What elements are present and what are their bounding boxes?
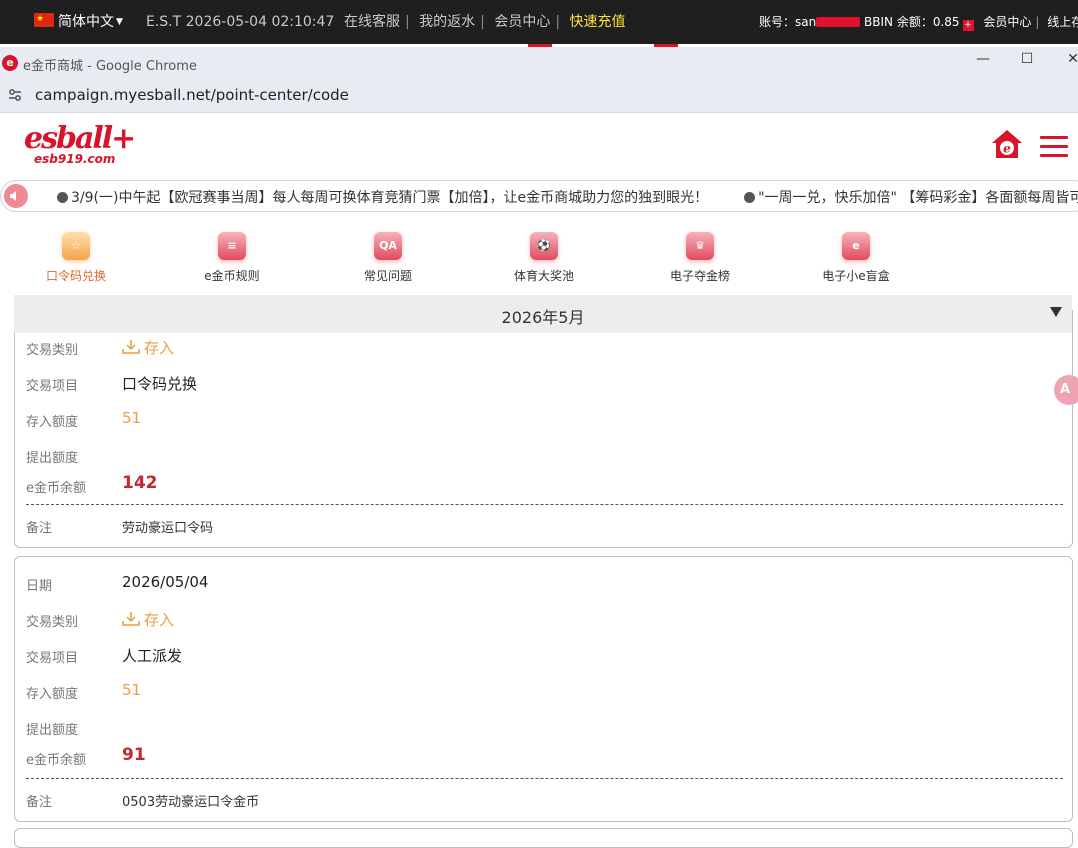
divider: [26, 504, 1063, 505]
field-item: 交易项目 口令码兑换: [26, 375, 198, 394]
esball-favicon-icon: e: [2, 55, 18, 71]
link-quick-recharge[interactable]: 快速充值: [570, 14, 626, 30]
qa-bubble-icon: QA: [374, 232, 402, 260]
clipboard-icon: ≡: [218, 232, 246, 260]
category-nav: ☆ 口令码兑换 ≡ e金币规则 QA 常见问题 ⚽ 体育大奖池 ♛ 电子夺金榜 …: [0, 228, 1078, 288]
masked-username: [816, 17, 861, 27]
link-my-rebate[interactable]: 我的返水: [419, 14, 475, 30]
download-icon: [122, 340, 140, 354]
transaction-record: [14, 828, 1073, 848]
ticket-icon: ☆: [62, 232, 90, 260]
nav-label: 体育大奖池: [513, 269, 574, 283]
soccer-ball-icon: ⚽: [530, 232, 558, 260]
month-selector[interactable]: 2026年5月: [14, 295, 1072, 333]
url-text[interactable]: campaign.myesball.net/point-center/code: [35, 86, 349, 104]
window-title: e金币商城 - Google Chrome: [23, 59, 197, 74]
podium-icon: ♛: [686, 232, 714, 260]
transaction-record: 日期 2026/05/04 交易类别 存入 交易项目 人工派发 存入额度 51 …: [14, 556, 1073, 822]
link-member-center[interactable]: 会员中心: [494, 14, 550, 30]
close-button[interactable]: ✕: [1063, 51, 1078, 67]
nav-label: 电子小e盲盒: [822, 269, 890, 283]
nav-slot-leaderboard[interactable]: ♛ 电子夺金榜: [640, 228, 760, 288]
esball-logo[interactable]: esball+ esb919.com: [24, 122, 136, 168]
field-withdraw: 提出额度: [26, 451, 79, 466]
nav-faq[interactable]: QA 常见问题: [328, 228, 448, 288]
top-links: 在线客服 | 我的返水 | 会员中心 | 快速充值: [344, 14, 626, 30]
announcement-item[interactable]: "一周一兑，快乐加倍" 【筹码彩金】各面额每周皆可兑: [758, 190, 1078, 206]
field-deposit: 存入额度 51: [26, 409, 142, 430]
field-type: 交易类别 存入: [26, 339, 175, 358]
nav-mystery-box[interactable]: e 电子小e盲盒: [796, 228, 916, 288]
china-flag-icon: ★: [34, 13, 54, 27]
transaction-record: 交易类别 存入 交易项目 口令码兑换 存入额度 51 提出额度 e金币余额 14…: [14, 310, 1073, 548]
est-clock: E.S.T 2026-05-04 02:10:47: [146, 14, 335, 30]
caret-down-icon: ▼: [116, 17, 123, 27]
announcement-item[interactable]: 3/9(一)中午起【欧冠赛事当周】每人每周可换体育竞猜门票【加倍】，让e金币商城…: [71, 190, 708, 206]
field-type: 交易类别 存入: [26, 611, 175, 630]
maximize-button[interactable]: ☐: [1017, 51, 1037, 67]
translate-float-button[interactable]: A: [1054, 375, 1078, 405]
download-icon: [122, 612, 140, 626]
announcement-marquee: 3/9(一)中午起【欧冠赛事当周】每人每周可换体育竞猜门票【加倍】，让e金币商城…: [0, 180, 1078, 212]
divider: [26, 778, 1063, 779]
hamburger-menu-icon[interactable]: [1040, 136, 1068, 158]
nav-label: 口令码兑换: [45, 269, 106, 283]
mystery-box-icon: e: [842, 232, 870, 260]
nav-label: e金币规则: [204, 269, 260, 283]
field-note: 备注 0503劳动豪运口令金币: [26, 795, 260, 810]
field-note: 备注 劳动豪运口令码: [26, 521, 214, 536]
speaker-icon: [4, 184, 28, 208]
nav-label: 常见问题: [363, 269, 412, 283]
plus-icon[interactable]: +: [962, 20, 974, 31]
field-item: 交易项目 人工派发: [26, 647, 183, 666]
nav-code-redeem[interactable]: ☆ 口令码兑换: [16, 228, 136, 288]
field-withdraw: 提出额度: [26, 723, 79, 738]
field-date: 日期 2026/05/04: [26, 573, 209, 594]
link-member-center-right[interactable]: 会员中心: [983, 15, 1031, 29]
site-settings-icon[interactable]: [8, 88, 22, 102]
dropdown-arrow-icon[interactable]: [1050, 307, 1062, 317]
link-online-deposit[interactable]: 线上存款: [1047, 15, 1078, 29]
nav-sports-jackpot[interactable]: ⚽ 体育大奖池: [484, 228, 604, 288]
selected-month: 2026年5月: [501, 308, 585, 327]
nav-ecoin-rules[interactable]: ≡ e金币规则: [172, 228, 292, 288]
link-online-support[interactable]: 在线客服: [344, 14, 400, 30]
bullet-icon: [57, 192, 68, 203]
language-selector[interactable]: 简体中文 ▼: [58, 0, 123, 44]
field-deposit: 存入额度 51: [26, 681, 142, 702]
account-info: 账号：san BBIN 余额：0.85+ 会员中心| 线上存款: [759, 0, 1078, 44]
bullet-icon: [744, 192, 756, 203]
minimize-button[interactable]: —: [973, 51, 993, 67]
svg-text:e: e: [1003, 142, 1011, 156]
nav-label: 电子夺金榜: [669, 269, 730, 283]
field-balance: e金币余额 142: [26, 473, 158, 496]
field-balance: e金币余额 91: [26, 745, 146, 768]
site-topbar: ★ 简体中文 ▼ E.S.T 2026-05-04 02:10:47 在线客服 | …: [0, 0, 1078, 44]
home-icon[interactable]: e: [990, 128, 1024, 160]
address-bar[interactable]: campaign.myesball.net/point-center/code: [0, 79, 1078, 113]
chrome-titlebar: e e金币商城 - Google Chrome — ☐ ✕: [0, 47, 1078, 79]
